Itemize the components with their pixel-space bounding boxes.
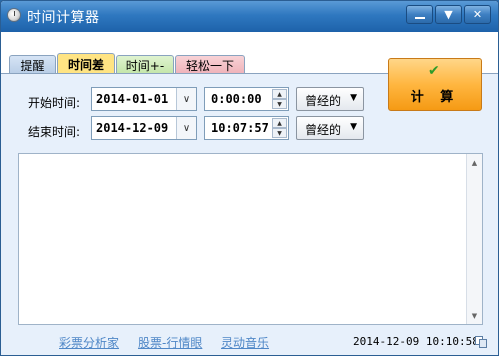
start-date-value: 2014-01-01 — [96, 92, 169, 106]
window-title: 时间计算器 — [27, 10, 100, 26]
tab-time-add-subtract[interactable]: 时间+- — [116, 55, 174, 74]
chevron-down-icon[interactable]: ∨ — [176, 117, 196, 139]
caret-down-icon: ▼ — [350, 93, 357, 103]
end-mode-select[interactable]: 曾经的 ▼ — [296, 116, 364, 140]
end-time-label: 结束时间: — [28, 125, 81, 139]
checkmark-icon: ✔ — [428, 63, 440, 79]
tab-reminder[interactable]: 提醒 — [9, 55, 56, 74]
tab-time-difference[interactable]: 时间差 — [57, 53, 115, 74]
link-music[interactable]: 灵动音乐 — [221, 334, 269, 351]
caret-down-icon: ▼ — [350, 122, 357, 132]
start-mode-value: 曾经的 — [305, 94, 342, 108]
chevron-down-icon: ▼ — [444, 8, 453, 21]
spin-down-icon[interactable]: ▼ — [272, 99, 287, 109]
start-date-picker[interactable]: 2014-01-01 ∨ — [91, 87, 197, 111]
end-mode-value: 曾经的 — [305, 123, 342, 137]
copy-icon[interactable] — [475, 336, 487, 348]
close-icon: ✕ — [472, 8, 483, 21]
end-date-picker[interactable]: 2014-12-09 ∨ — [91, 116, 197, 140]
spin-down-icon[interactable]: ▼ — [272, 128, 287, 138]
link-stock-quotes[interactable]: 股票-行情眼 — [138, 334, 202, 351]
start-mode-select[interactable]: 曾经的 ▼ — [296, 87, 364, 111]
vertical-scrollbar[interactable]: ▲ ▼ — [466, 154, 482, 324]
start-time-value: 0:00:00 — [211, 92, 262, 106]
result-text-area[interactable]: ▲ ▼ — [18, 153, 483, 325]
end-time-spinner[interactable]: 10:07:57 ▲ ▼ — [204, 116, 289, 140]
end-time-value: 10:07:57 — [211, 121, 269, 135]
calculate-button[interactable]: ✔ 计 算 — [388, 58, 482, 111]
end-date-value: 2014-12-09 — [96, 121, 169, 135]
minimize-icon — [414, 16, 425, 19]
calculate-button-label: 计 算 — [410, 90, 460, 105]
scroll-up-icon[interactable]: ▲ — [467, 155, 482, 170]
spin-up-icon[interactable]: ▲ — [272, 118, 287, 128]
title-bar[interactable]: 时间计算器 ▼ ✕ — [1, 1, 498, 32]
start-time-label: 开始时间: — [28, 96, 81, 110]
clock-icon — [7, 8, 21, 22]
app-window: 时间计算器 ▼ ✕ 提醒 时间差 时间+- 轻松一下 开始时间: 2014-01… — [0, 0, 499, 356]
current-datetime: 2014-12-09 10:10:58 — [353, 335, 479, 348]
spin-up-icon[interactable]: ▲ — [272, 89, 287, 99]
link-lottery-analyzer[interactable]: 彩票分析家 — [59, 334, 119, 351]
chevron-down-icon[interactable]: ∨ — [176, 88, 196, 110]
close-button[interactable]: ✕ — [464, 5, 491, 24]
tab-relax[interactable]: 轻松一下 — [175, 55, 245, 74]
start-time-spinner[interactable]: 0:00:00 ▲ ▼ — [204, 87, 289, 111]
scroll-down-icon[interactable]: ▼ — [467, 308, 482, 323]
dropdown-menu-button[interactable]: ▼ — [435, 5, 462, 24]
minimize-button[interactable] — [406, 5, 433, 24]
